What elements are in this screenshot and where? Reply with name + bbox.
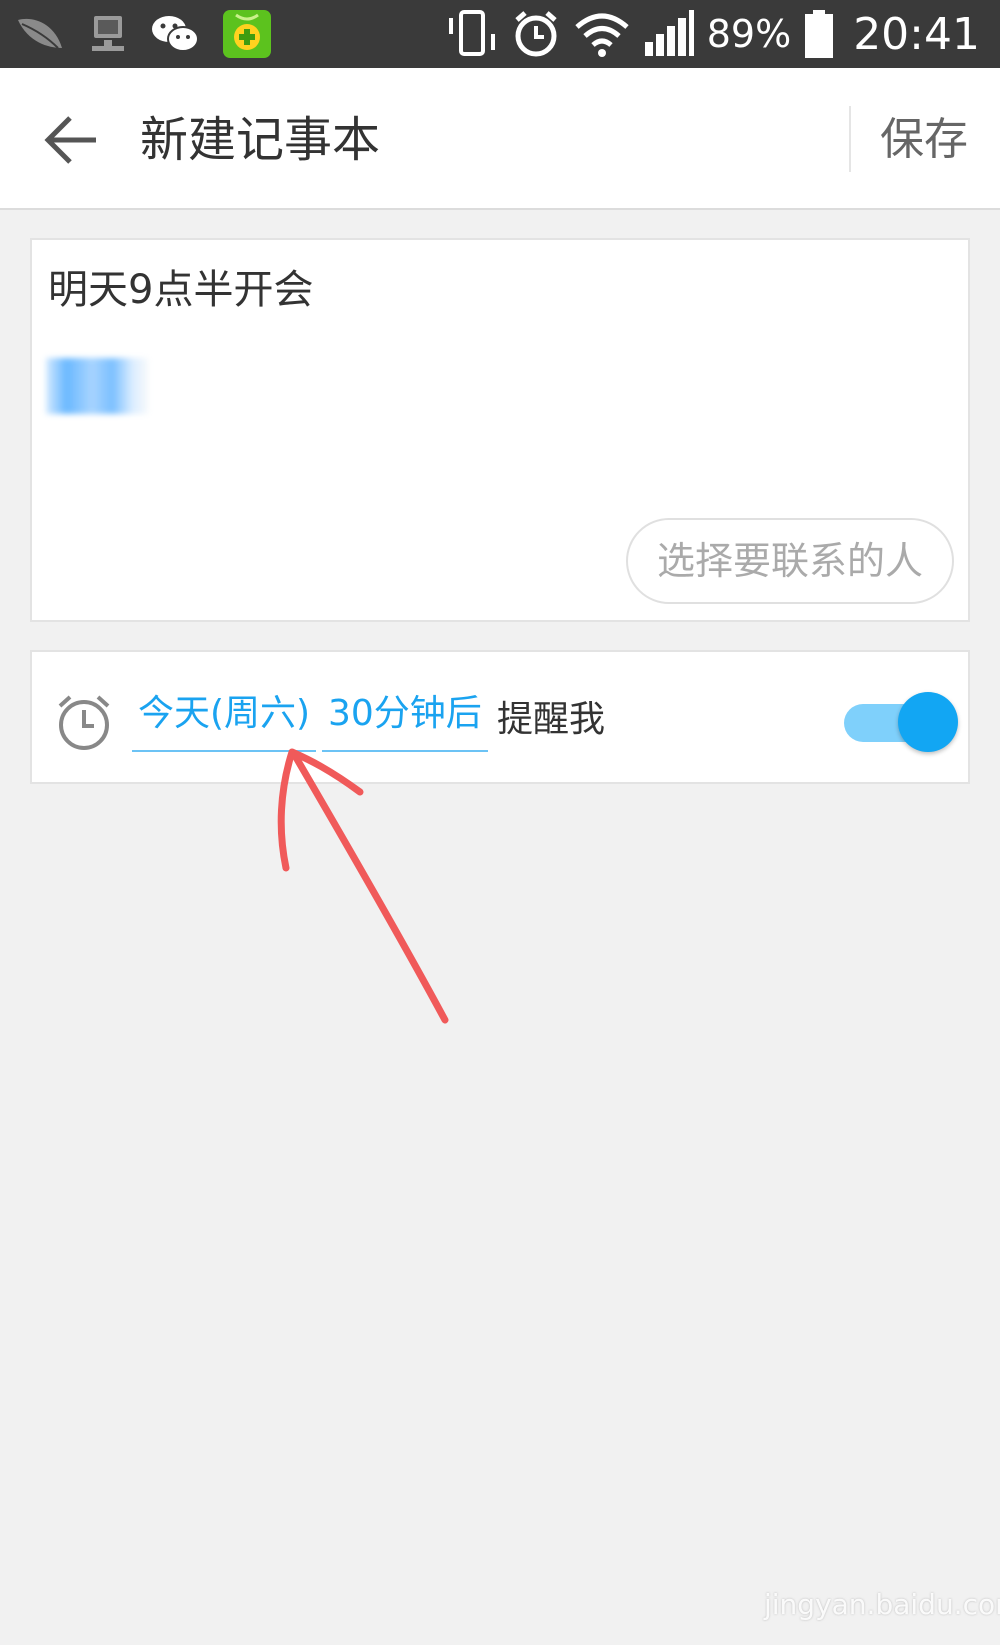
save-button[interactable]: 保存 bbox=[880, 108, 968, 172]
clock: 20:41 bbox=[853, 8, 980, 60]
battery-percent: 89% bbox=[706, 12, 792, 56]
annotation-arrow bbox=[277, 748, 449, 1024]
back-arrow-icon bbox=[44, 116, 96, 164]
app-bar: 新建记事本 保存 bbox=[0, 68, 1000, 210]
reminder-suffix-label: 提醒我 bbox=[497, 699, 606, 740]
reminder-toggle[interactable] bbox=[838, 690, 960, 754]
vibrate-icon bbox=[448, 10, 495, 56]
status-bar-system: 89% 20:41 bbox=[445, 6, 980, 62]
header-divider bbox=[849, 106, 851, 172]
watermark: jingyan.baidu.com bbox=[764, 1588, 1000, 1621]
reminder-row: 今天(周六) 30分钟后 提醒我 bbox=[30, 650, 970, 784]
signal-icon bbox=[644, 10, 694, 56]
alarm-clock-icon bbox=[58, 695, 110, 750]
status-bar: 89% 20:41 bbox=[0, 0, 1000, 68]
note-editor[interactable]: 明天9点半开会 选择要联系的人 bbox=[30, 238, 970, 622]
page-title: 新建记事本 bbox=[140, 112, 381, 168]
status-bar-notifications bbox=[14, 8, 272, 60]
wechat-icon bbox=[152, 16, 199, 52]
blurred-content bbox=[46, 358, 148, 414]
toggle-thumb bbox=[898, 692, 958, 752]
back-button[interactable] bbox=[40, 108, 104, 172]
alarm-icon bbox=[515, 11, 557, 57]
wifi-icon bbox=[575, 13, 629, 57]
battery-icon bbox=[805, 10, 834, 58]
note-content-text[interactable]: 明天9点半开会 bbox=[48, 262, 313, 318]
select-contact-button[interactable]: 选择要联系的人 bbox=[626, 518, 954, 604]
pc-sync-icon bbox=[92, 16, 124, 51]
app-360-icon bbox=[223, 10, 271, 58]
leaf-icon bbox=[18, 18, 62, 49]
